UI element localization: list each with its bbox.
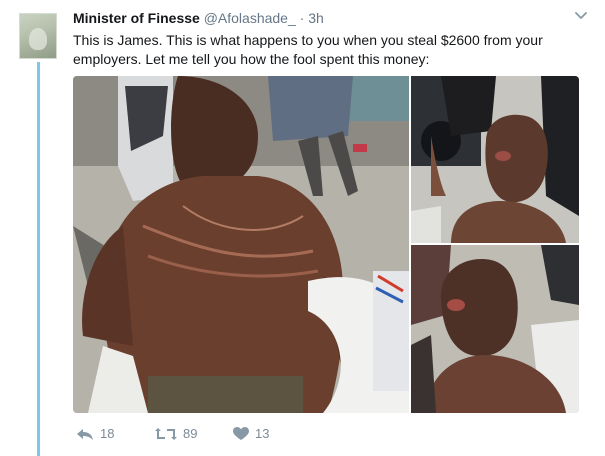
timestamp[interactable]: 3h bbox=[308, 10, 324, 26]
tweet-header: Minister of Finesse @Afolashade_ · 3h bbox=[73, 10, 575, 30]
photo-face-front[interactable] bbox=[411, 76, 579, 243]
avatar[interactable] bbox=[19, 13, 57, 59]
user-handle[interactable]: @Afolashade_ bbox=[204, 10, 296, 26]
retweet-count: 89 bbox=[183, 426, 198, 441]
heart-icon bbox=[233, 426, 249, 440]
photo-face-closeup[interactable] bbox=[411, 245, 579, 413]
reply-button[interactable]: 18 bbox=[76, 426, 114, 441]
thread-line bbox=[37, 62, 40, 456]
reply-count: 18 bbox=[100, 426, 115, 441]
retweet-button[interactable]: 89 bbox=[155, 426, 197, 441]
chevron-down-icon[interactable] bbox=[575, 11, 587, 21]
display-name[interactable]: Minister of Finesse bbox=[73, 10, 200, 26]
tweet-text: This is James. This is what happens to y… bbox=[73, 32, 543, 67]
media-grid bbox=[73, 76, 579, 413]
photo-back-view[interactable] bbox=[73, 76, 409, 413]
reply-icon bbox=[77, 428, 93, 440]
like-count: 13 bbox=[255, 426, 270, 441]
retweet-icon bbox=[155, 427, 177, 440]
separator-dot: · bbox=[299, 10, 305, 26]
like-button[interactable]: 13 bbox=[233, 426, 269, 441]
